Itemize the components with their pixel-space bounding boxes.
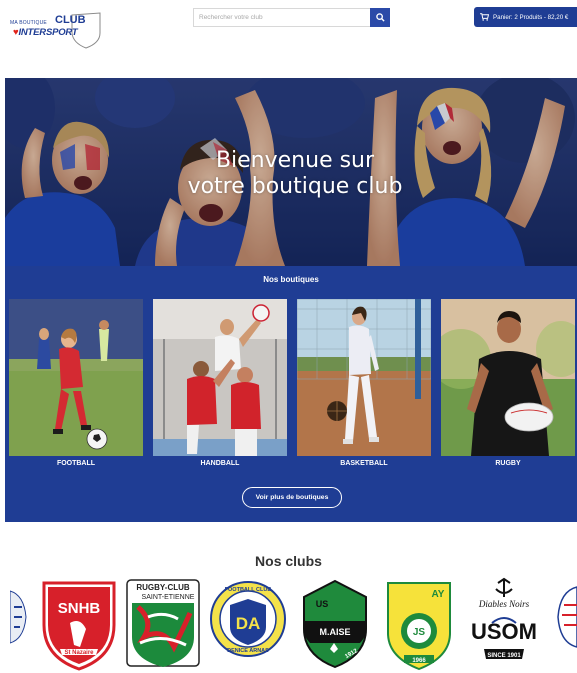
club-logo-us-malaise[interactable]: US M.AISE 1912	[300, 577, 370, 673]
club-logo-denice-arnas[interactable]: FOOTBALL CLUB DA DENICE ARNAS	[208, 577, 288, 673]
boutique-card-basketball[interactable]: BASKETBALL	[297, 299, 431, 475]
logo-intersport-text: ♥INTERSPORT	[13, 27, 78, 38]
search-input[interactable]	[193, 8, 370, 27]
hero-title-line-1: Bienvenue sur	[215, 148, 375, 173]
logo-small-text: MA BOUTIQUE	[10, 20, 47, 26]
boutique-card-football[interactable]: FOOTBALL	[9, 299, 143, 475]
logo-brand: INTERSPORT	[18, 27, 78, 38]
rugby-club-logo-subtext: SAINT-ETIENNE	[142, 594, 195, 601]
see-more-boutiques-button[interactable]: Voir plus de boutiques	[242, 487, 342, 508]
js-ay-logo-mid: JS	[413, 627, 426, 638]
search-bar	[193, 8, 390, 27]
club-logo-rugby-saint-etienne[interactable]: RUGBY-CLUB SAINT-ETIENNE	[124, 577, 202, 673]
boutique-label-rugby: RUGBY	[495, 460, 521, 467]
handball-image	[153, 299, 287, 456]
boutique-label-handball: HANDBALL	[200, 460, 240, 467]
cart-icon	[480, 13, 489, 21]
rugby-club-logo-text: RUGBY-CLUB	[136, 583, 190, 592]
boutiques-section: Nos boutiques FOOTBALL HANDBALL BASKETBA…	[5, 266, 577, 522]
search-button[interactable]	[370, 8, 390, 27]
boutique-label-football: FOOTBALL	[56, 460, 96, 467]
club-logo-snhb[interactable]: SNHB St Nazaire	[40, 577, 118, 673]
boutiques-cards: FOOTBALL HANDBALL BASKETBALL RUGBY	[9, 299, 577, 467]
us-malaise-logo-mid: M.AISE	[319, 627, 350, 637]
club-logo-partial-right[interactable]	[556, 577, 577, 673]
site-logo[interactable]: MA BOUTIQUE CLUB ♥INTERSPORT	[10, 11, 101, 49]
usom-logo-mid: USOM	[471, 619, 537, 644]
js-ay-logo-top: AY	[432, 589, 445, 600]
search-icon	[375, 13, 385, 22]
denice-arnas-logo-top: FOOTBALL CLUB	[225, 587, 272, 593]
denice-arnas-logo-bottom: DENICE ARNAS	[227, 648, 269, 654]
cart-label: Panier: 2 Produits - 82,20 €	[493, 13, 569, 21]
hero-banner: Bienvenue sur votre boutique club	[5, 78, 577, 266]
boutiques-title: Nos boutiques	[263, 275, 319, 284]
cart-button[interactable]: Panier: 2 Produits - 82,20 €	[474, 7, 577, 27]
football-image	[9, 299, 143, 456]
us-malaise-logo-top: US	[316, 599, 329, 609]
basketball-image	[297, 299, 431, 456]
hero-title: Bienvenue sur votre boutique club	[185, 148, 405, 200]
boutique-card-handball[interactable]: HANDBALL	[153, 299, 287, 475]
boutique-card-rugby[interactable]: RUGBY	[441, 299, 575, 475]
snhb-logo-subtext: St Nazaire	[64, 650, 94, 656]
clubs-title: Nos clubs	[255, 553, 322, 569]
usom-logo-bottom: SINCE 1901	[487, 653, 521, 659]
clubs-carousel: SNHB St Nazaire RUGBY-CLUB SAINT-ETIENNE…	[0, 577, 577, 673]
hero-title-line-2: votre boutique club	[187, 174, 403, 199]
club-logo-partial-left[interactable]	[10, 577, 28, 673]
boutique-label-basketball: BASKETBALL	[340, 460, 388, 467]
rugby-image	[441, 299, 575, 456]
js-ay-logo-year: 1966	[412, 658, 426, 664]
usom-logo-top: Diables Noirs	[478, 599, 530, 609]
denice-arnas-logo-mid: DA	[236, 614, 261, 633]
club-logo-js-ay[interactable]: AY JS 1966	[384, 577, 454, 673]
logo-club-text: CLUB	[55, 14, 86, 26]
snhb-logo-text: SNHB	[58, 600, 101, 617]
site-header: MA BOUTIQUE CLUB ♥INTERSPORT Panier: 2 P…	[0, 0, 577, 60]
club-logo-usom[interactable]: Diables Noirs USOM SINCE 1901	[462, 577, 546, 673]
